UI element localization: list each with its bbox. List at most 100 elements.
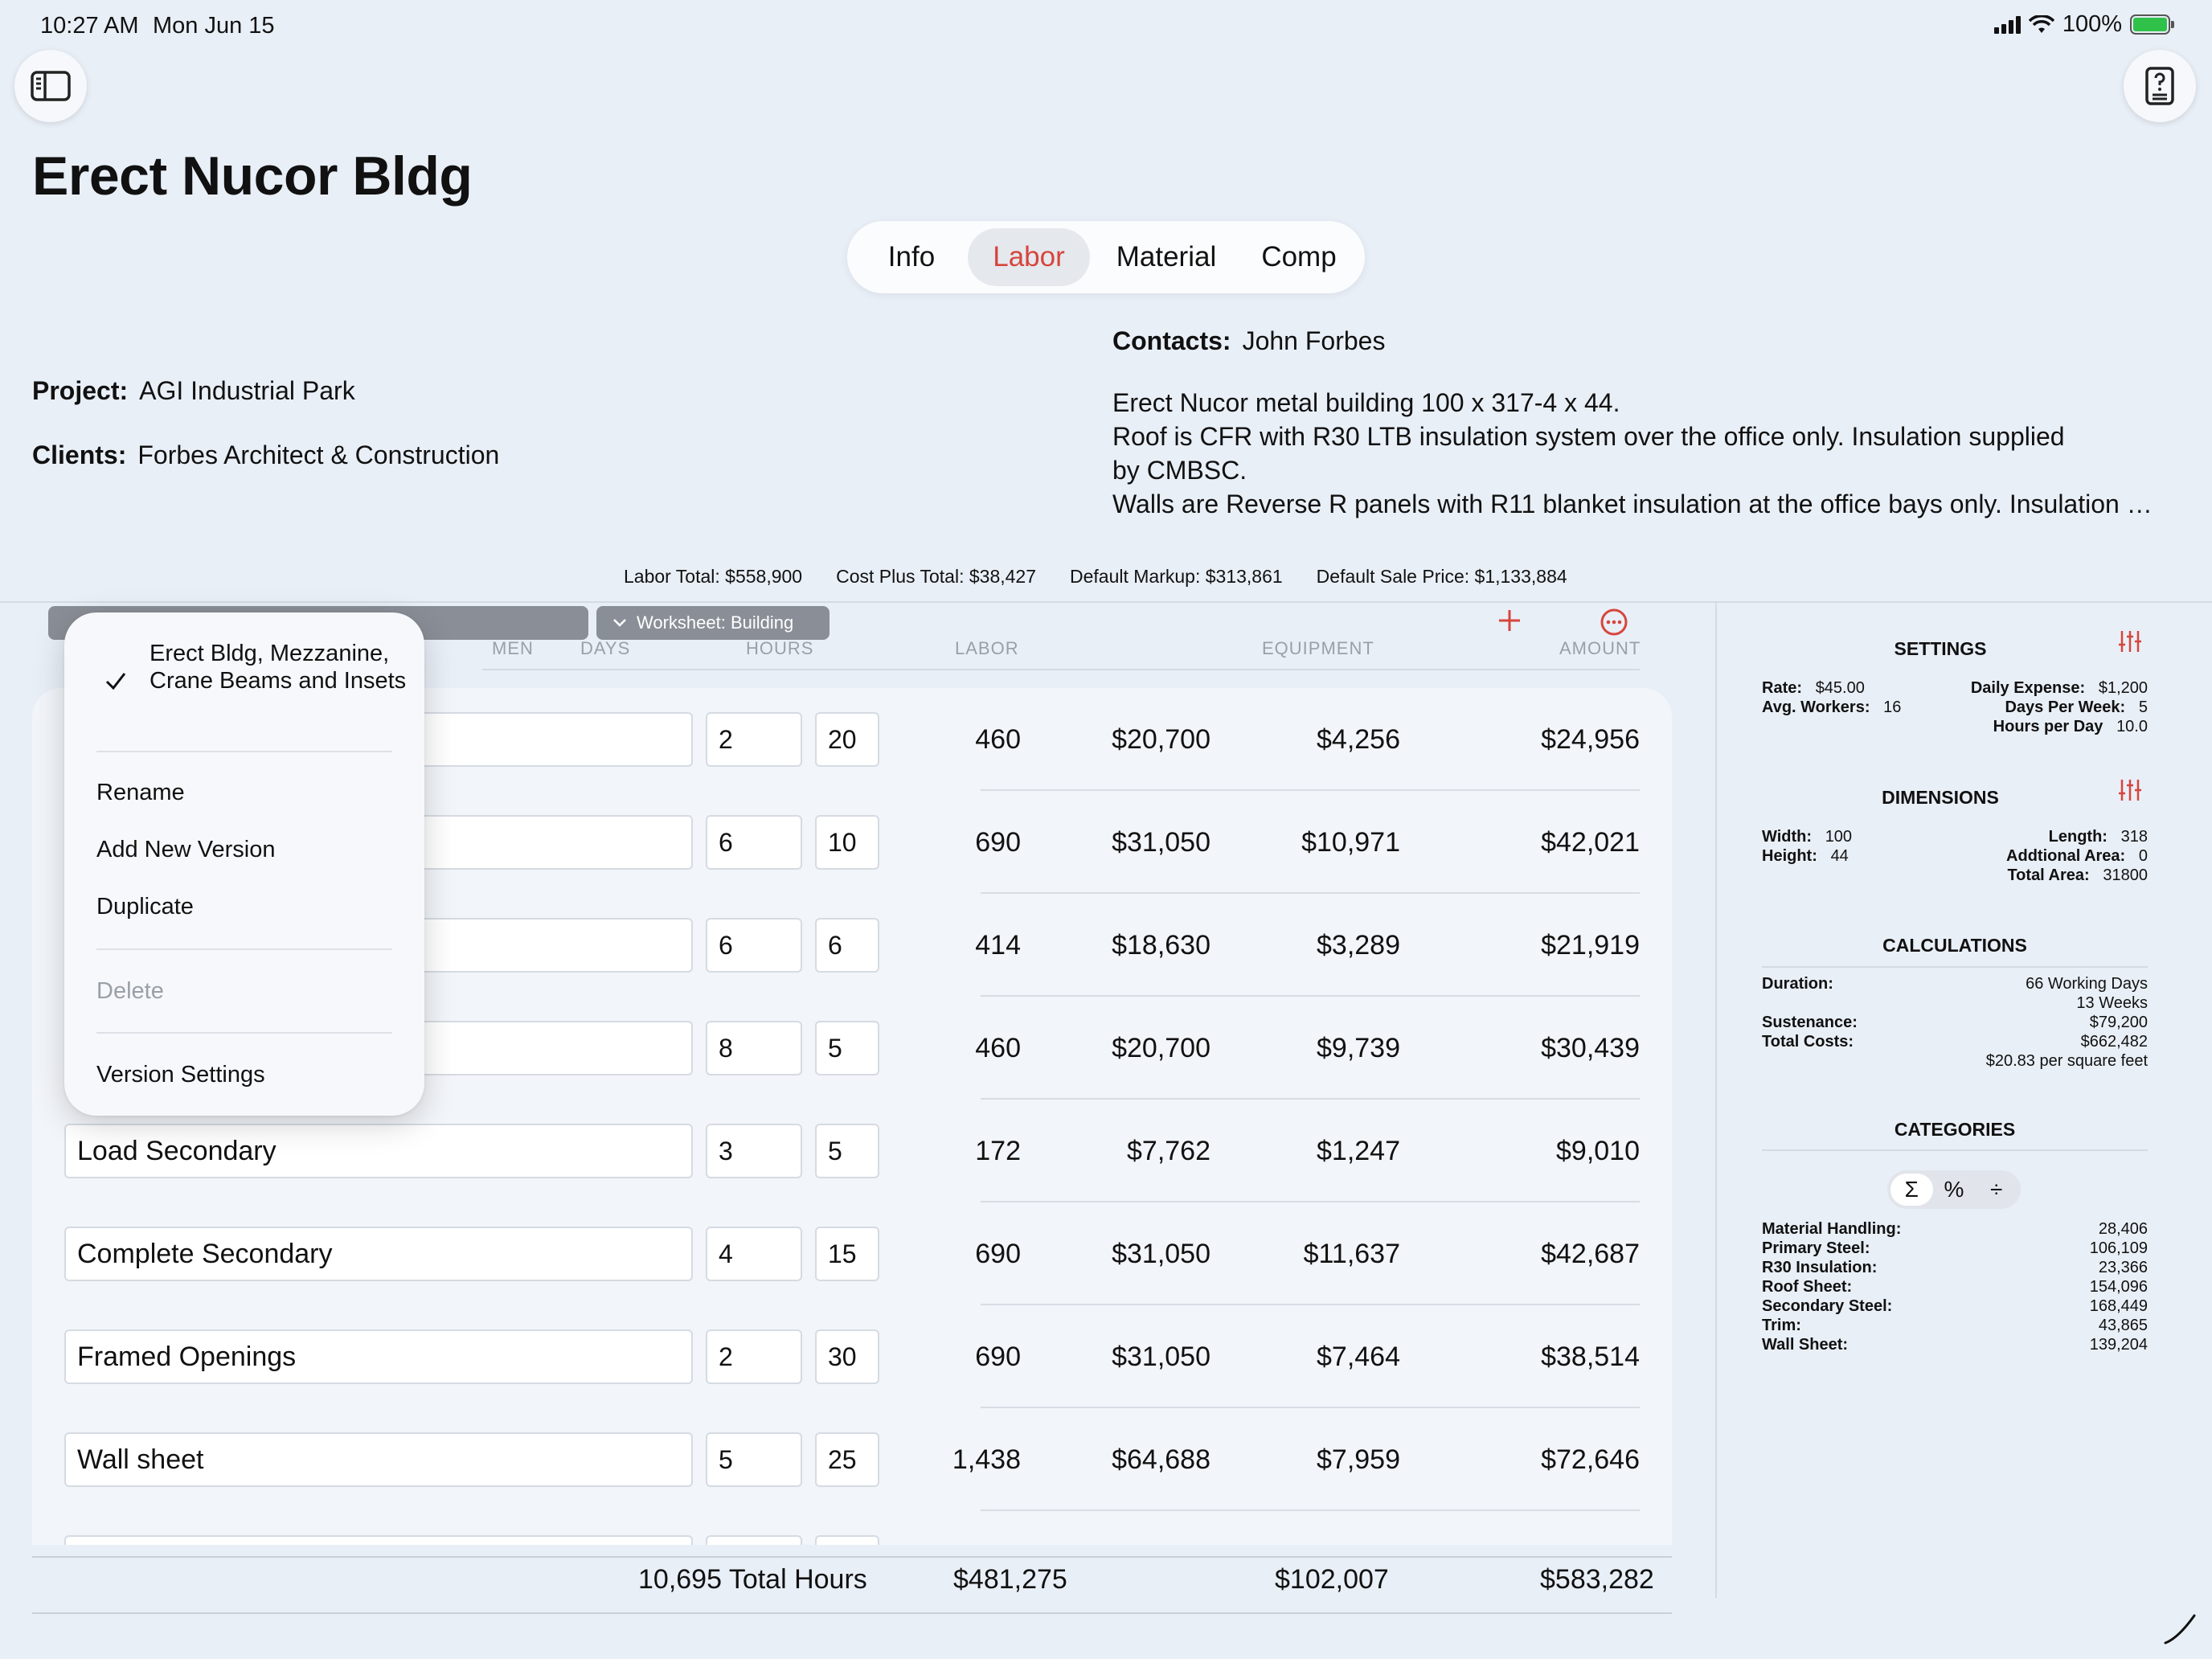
tab-comp[interactable]: Comp [1243,228,1355,286]
category-value: 28,406 [2098,1220,2148,1238]
days-per-week-row: Days Per Week: 5 [2005,698,2148,717]
width-label: Width: [1762,828,1813,846]
add-row-button[interactable] [1497,608,1522,637]
additional-area-label: Addtional Area: [2006,847,2126,865]
battery-percent: 100% [2062,11,2122,37]
task-name-field[interactable]: Wall sheet [64,1432,693,1487]
width-value: 100 [1825,828,1853,846]
default-markup: Default Markup: $313,861 [1070,566,1283,587]
list-item: Secondary Steel: 168,449 [1762,1297,2148,1317]
mode-percent[interactable]: % [1933,1174,1976,1206]
men-field[interactable]: 6 [706,815,802,870]
mode-sum[interactable]: Σ [1890,1174,1933,1206]
additional-area-row: Addtional Area: 0 [2006,847,2148,866]
total-labor: $481,275 [953,1564,1067,1595]
men-field[interactable]: 4 [706,1227,802,1281]
hours-per-day-row: Hours per Day 10.0 [1993,718,2148,736]
category-label: Trim: [1762,1317,1801,1334]
clients-label: Clients: [32,440,127,469]
table-row [32,1511,1672,1545]
length-value: 318 [2120,828,2148,846]
contacts-label: Contacts: [1112,326,1231,355]
days-field[interactable]: 5 [815,1021,879,1075]
column-header-amount: AMOUNT [1559,638,1641,658]
footer-divider [32,1556,1672,1558]
status-date: Mon Jun 15 [153,13,275,39]
category-value: 43,865 [2098,1317,2148,1334]
sidebar-toggle-icon [31,71,71,101]
menu-item-duplicate[interactable]: Duplicate [96,894,194,920]
worksheet-picker-button[interactable]: Worksheet: Building [596,606,830,640]
settings-adjust-button[interactable] [2117,629,2143,658]
category-value: 168,449 [2089,1297,2148,1315]
length-row: Length: 318 [2049,828,2148,846]
hours-per-day-value: 10.0 [2116,718,2148,735]
project-value: AGI Industrial Park [139,376,355,405]
panel-divider [1715,601,1717,1598]
equipment-value: $7,464 [1317,1341,1400,1372]
dimensions-adjust-button[interactable] [2117,777,2143,807]
equipment-value: $10,971 [1301,826,1400,858]
duration-label-text: Duration: [1762,975,1833,993]
men-field[interactable] [706,1535,802,1545]
menu-item-current-version[interactable]: Erect Bldg, Mezzanine, Crane Beams and I… [150,640,407,694]
sustenance-value: $79,200 [2089,1014,2148,1031]
inspector-button[interactable] [2124,50,2196,122]
days-field[interactable]: 25 [815,1432,879,1487]
menu-item-version-settings[interactable]: Version Settings [96,1062,265,1088]
amount-value: $42,687 [1541,1238,1640,1269]
list-item: Roof Sheet: 154,096 [1762,1278,2148,1297]
days-field[interactable]: 30 [815,1329,879,1384]
men-field[interactable]: 5 [706,1432,802,1487]
tab-material[interactable]: Material [1090,228,1243,286]
amount-value: $21,919 [1541,929,1640,961]
sliders-icon [2119,780,2141,801]
total-area-value: 31800 [2103,866,2148,884]
list-item: Material Handling: 28,406 [1762,1220,2148,1239]
labor-value: $20,700 [1112,723,1210,755]
duration-days: 66 Working Days [2026,975,2148,993]
more-options-button[interactable] [1600,608,1628,641]
labor-value: $31,050 [1112,826,1210,858]
task-name-field[interactable]: Complete Secondary [64,1227,693,1281]
hours-per-day-label: Hours per Day [1993,718,2103,735]
mode-divide[interactable]: ÷ [1975,1174,2017,1206]
default-sale-price: Default Sale Price: $1,133,884 [1316,566,1567,587]
task-name-field[interactable]: Framed Openings [64,1329,693,1384]
days-field[interactable]: 5 [815,1124,879,1178]
days-field[interactable]: 10 [815,815,879,870]
menu-item-add-new-version[interactable]: Add New Version [96,837,275,863]
daily-expense-row: Daily Expense: $1,200 [1971,679,2148,698]
men-field[interactable]: 6 [706,918,802,973]
table-row: Wall sheet 5 25 1,438 $64,688 $7,959 $72… [32,1408,1672,1511]
menu-item-delete[interactable]: Delete [96,978,164,1005]
cost-plus-total: Cost Plus Total: $38,427 [836,566,1036,587]
total-amount: $583,282 [1540,1564,1654,1595]
days-field[interactable] [815,1535,879,1545]
menu-item-rename[interactable]: Rename [96,780,185,806]
tab-labor[interactable]: Labor [968,228,1090,286]
list-item: R30 Insulation: 23,366 [1762,1259,2148,1278]
description-line: Roof is CFR with R30 LTB insulation syst… [1112,422,2065,451]
duration-label: Duration: [1762,975,1833,993]
days-field[interactable]: 20 [815,712,879,767]
totals-bar: Labor Total: $558,900 Cost Plus Total: $… [624,566,1588,588]
category-value: 139,204 [2089,1336,2148,1354]
days-field[interactable]: 6 [815,918,879,973]
menu-separator [96,1032,392,1034]
job-description: Erect Nucor metal building 100 x 317-4 x… [1112,386,2157,521]
category-label: R30 Insulation: [1762,1259,1878,1276]
men-field[interactable]: 8 [706,1021,802,1075]
task-name-field[interactable]: Load Secondary [64,1124,693,1178]
men-field[interactable]: 2 [706,712,802,767]
men-field[interactable]: 3 [706,1124,802,1178]
rate-value: $45.00 [1815,679,1865,697]
equipment-value: $9,739 [1317,1032,1400,1063]
sidebar-toggle-button[interactable] [14,50,87,122]
clients-field: Clients: Forbes Architect & Construction [32,440,499,470]
task-name-field[interactable] [64,1535,693,1545]
days-field[interactable]: 15 [815,1227,879,1281]
men-field[interactable]: 2 [706,1329,802,1384]
tab-info[interactable]: Info [855,228,968,286]
total-costs-label-text: Total Costs: [1762,1033,1854,1051]
